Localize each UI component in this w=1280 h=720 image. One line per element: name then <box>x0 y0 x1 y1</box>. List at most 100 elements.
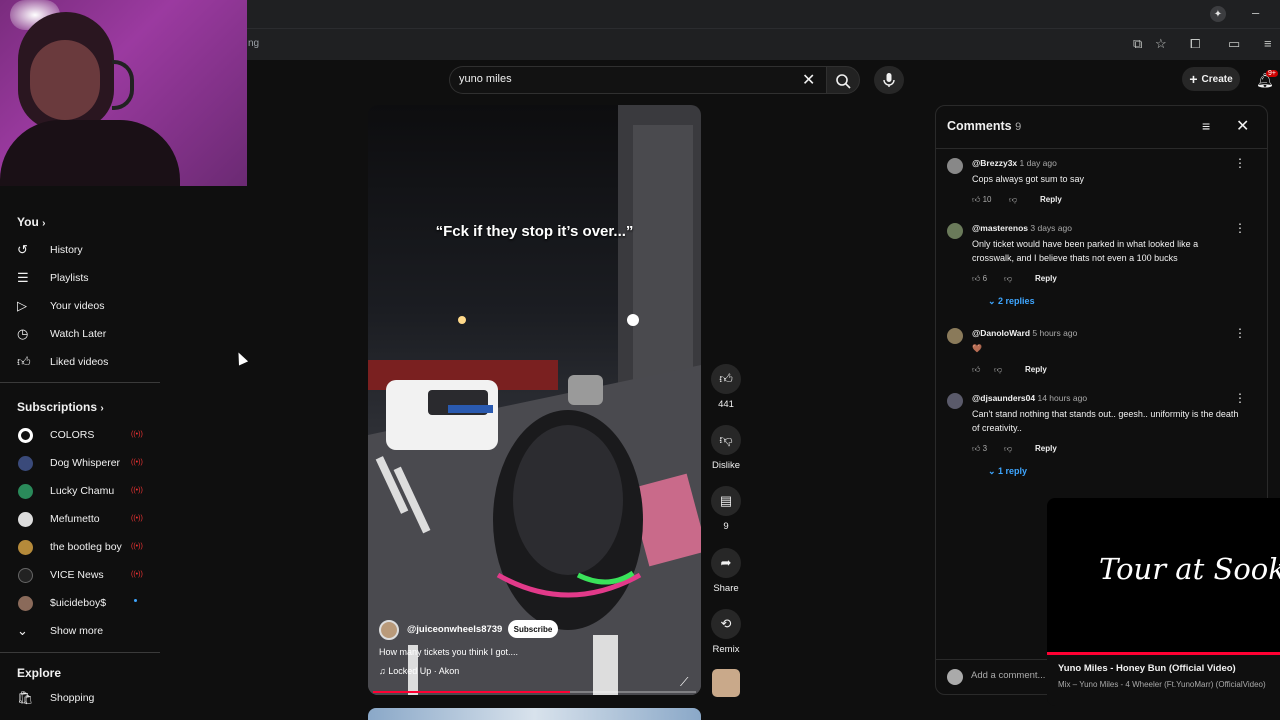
show-replies-button[interactable]: ⌄ 2 replies <box>988 296 1035 307</box>
subscriptions-heading[interactable]: Subscriptions › <box>17 400 104 414</box>
channel-avatar <box>18 539 33 555</box>
sidebar-item-label: Show more <box>50 625 104 637</box>
sidebar-item-shopping[interactable]: 🛍︎ Shopping <box>0 684 160 712</box>
comment-avatar[interactable] <box>947 223 963 239</box>
resize-handle-icon: ⟋ <box>680 675 689 689</box>
channel-name[interactable]: @juiceonwheels8739 <box>407 624 502 635</box>
sidebar-item-history[interactable]: ↺ History <box>0 236 160 264</box>
chevron-right-icon: › <box>42 218 46 229</box>
comment-time: 5 hours ago <box>1032 328 1078 338</box>
comment-avatar[interactable] <box>947 158 963 174</box>
music-note-icon: ♫ <box>379 666 389 676</box>
more-vertical-icon[interactable]: ⋮ <box>1234 156 1246 170</box>
mini-player-title[interactable]: Yuno Miles - Honey Bun (Official Video) <box>1058 663 1236 674</box>
sidebar-item-label: Lucky Chamu <box>50 485 115 497</box>
dislike-button[interactable]: 👎︎ <box>711 425 741 455</box>
like-count: 441 <box>718 399 734 410</box>
comment-dislike-icon[interactable]: 👎︎ <box>1009 195 1017 205</box>
channel-avatar <box>18 511 33 527</box>
comments-button[interactable]: ▤ <box>711 486 741 516</box>
create-button[interactable]: + Create <box>1182 67 1240 91</box>
mini-player[interactable]: Tour at Sook Yuno Miles - Honey Bun (Off… <box>1047 498 1280 706</box>
remix-button[interactable]: ⟲ <box>711 609 741 639</box>
puzzle-icon[interactable]: ⧠ <box>1190 37 1200 51</box>
thumbs-up-icon: 👍︎ <box>972 195 983 204</box>
more-vertical-icon[interactable]: ⋮ <box>1234 326 1246 340</box>
channel-avatar[interactable] <box>379 620 399 640</box>
clear-search-icon[interactable]: ✕ <box>802 70 815 90</box>
search-button[interactable] <box>826 66 860 94</box>
sidebar-item-label: History <box>50 244 83 256</box>
share-button[interactable]: ➦ <box>711 548 741 578</box>
you-section-heading[interactable]: You › <box>17 215 45 229</box>
progress-fill <box>373 691 571 693</box>
sound-thumbnail[interactable] <box>712 669 740 697</box>
sound-info[interactable]: ♫ Locked Up · Akon <box>379 666 459 676</box>
channel-avatar <box>18 455 33 471</box>
search-query[interactable]: yuno miles <box>459 73 512 85</box>
comment-avatar[interactable] <box>947 328 963 344</box>
like-button[interactable]: 👍︎ <box>711 364 741 394</box>
sidebar-item-liked-videos[interactable]: 👍︎ Liked videos <box>0 348 160 376</box>
comment-author[interactable]: @Brezzy3x 1 day ago <box>972 158 1057 168</box>
reading-list-icon[interactable]: ≡ <box>1264 37 1272 51</box>
subscribe-button[interactable]: Subscribe <box>508 620 558 638</box>
comment-author[interactable]: @DanoloWard 5 hours ago <box>972 328 1077 338</box>
install-app-icon[interactable]: ⧉ <box>1133 37 1142 51</box>
split-view-icon[interactable]: ▭ <box>1228 37 1240 51</box>
plus-icon: + <box>1189 71 1198 87</box>
comment-like-count: 6 <box>982 274 988 283</box>
sidebar-item-label: Playlists <box>50 272 89 284</box>
comments-title: Comments 9 <box>947 119 1021 133</box>
live-icon: ((•)) <box>131 543 143 550</box>
notification-badge: 9+ <box>1266 70 1278 77</box>
explore-heading: Explore <box>17 666 62 680</box>
comment-author[interactable]: @djsaunders04 14 hours ago <box>972 393 1087 403</box>
more-vertical-icon[interactable]: ⋮ <box>1234 221 1246 235</box>
comments-title-text: Comments <box>947 119 1012 133</box>
show-more-button[interactable]: ⌄ Show more <box>0 617 160 645</box>
comment-dislike-icon[interactable]: 👎︎ <box>1004 274 1012 284</box>
remix-label: Remix <box>712 644 740 655</box>
video-title[interactable]: How many tickets you think I got.... <box>379 647 518 657</box>
comment-like-button[interactable]: 👍︎ 3 <box>972 444 987 454</box>
comment-like-button[interactable]: 👍︎ 6 <box>972 274 987 284</box>
comment-author[interactable]: @masterenos 3 days ago <box>972 223 1072 233</box>
sort-icon[interactable]: ≡ <box>1202 118 1210 134</box>
sidebar-item-playlists[interactable]: ☰ Playlists <box>0 264 160 292</box>
show-replies-button[interactable]: ⌄ 1 reply <box>988 466 1027 477</box>
comment-text: Only ticket would have been parked in wh… <box>972 239 1199 263</box>
thumbs-up-icon: 👍︎ <box>972 444 983 453</box>
next-short-preview[interactable] <box>368 708 701 720</box>
comment-dislike-icon[interactable]: 👎︎ <box>1004 444 1012 454</box>
share-label: Share <box>713 583 739 594</box>
voice-search-button[interactable] <box>874 66 904 94</box>
comment-reply-button[interactable]: Reply <box>1035 444 1057 453</box>
comment-like-button[interactable]: 👍︎ 10 <box>972 195 992 205</box>
comment-reply-button[interactable]: Reply <box>1025 365 1047 374</box>
comment-reply-button[interactable]: Reply <box>1035 274 1057 283</box>
live-icon: ((•)) <box>131 515 143 522</box>
search-icon <box>836 74 851 89</box>
close-icon[interactable]: ✕ <box>1236 116 1249 136</box>
comment-reply-button[interactable]: Reply <box>1040 195 1062 204</box>
header-divider <box>936 148 1267 149</box>
comment-like-button[interactable]: 👍︎ <box>972 365 980 375</box>
sidebar-item-your-videos[interactable]: ▷ Your videos <box>0 292 160 320</box>
sidebar-item-suicideboys[interactable]: $uicideboy$ <box>0 589 160 617</box>
comment-dislike-icon[interactable]: 👎︎ <box>994 365 1002 375</box>
star-icon[interactable]: ☆ <box>1155 37 1167 51</box>
short-video-player[interactable]: “Fck if they stop it’s over...” @juiceon… <box>368 105 701 695</box>
thumbs-up-icon: 👍︎ <box>719 371 733 386</box>
sparkle-icon[interactable]: ✦ <box>1210 6 1226 22</box>
comment-text: 🤎 <box>972 344 982 353</box>
comment-time: 14 hours ago <box>1037 393 1088 403</box>
sidebar-item-watch-later[interactable]: ◷ Watch Later <box>0 320 160 348</box>
sidebar-divider <box>0 652 160 653</box>
comment-avatar[interactable] <box>947 393 963 409</box>
url-text[interactable]: ng <box>248 38 259 49</box>
more-vertical-icon[interactable]: ⋮ <box>1234 391 1246 405</box>
minimize-button[interactable]: – <box>1252 6 1259 20</box>
mini-player-progress[interactable] <box>1047 652 1280 655</box>
add-comment-input[interactable]: Add a comment... <box>971 670 1045 681</box>
